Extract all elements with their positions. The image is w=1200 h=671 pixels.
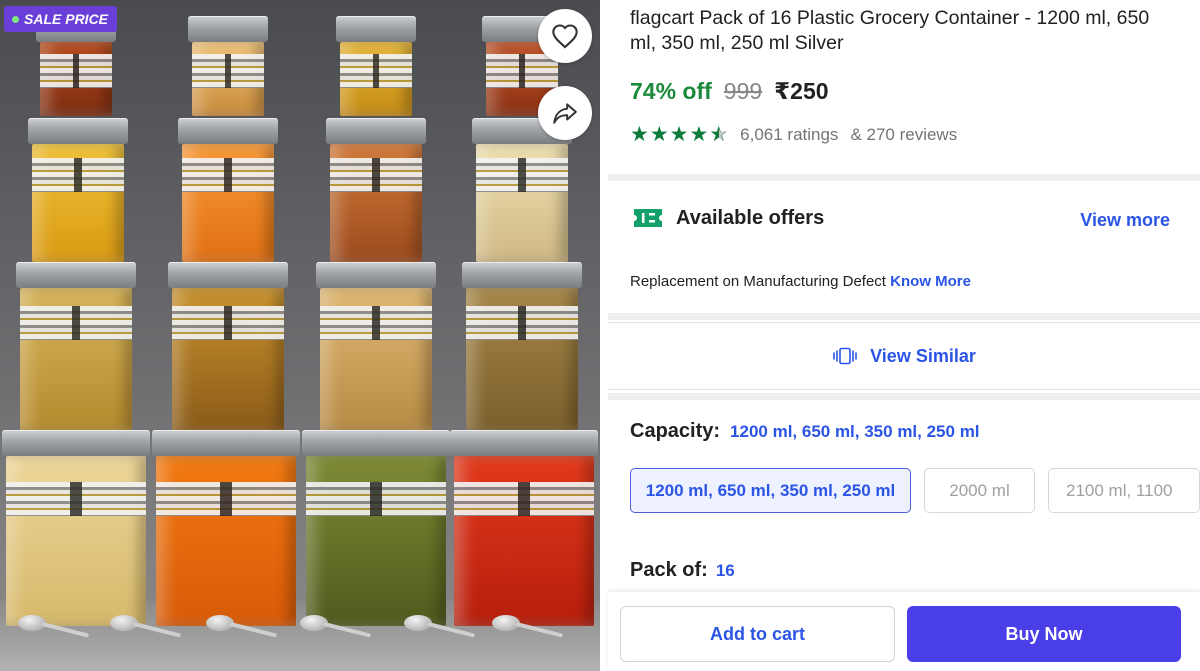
pack-of-value: 16 xyxy=(715,561,735,580)
heart-icon xyxy=(552,24,578,49)
know-more-link[interactable]: Know More xyxy=(890,273,971,290)
sale-badge-label: SALE PRICE xyxy=(24,11,109,27)
view-similar-button[interactable]: View Similar xyxy=(608,322,1200,390)
star-icon: ★ xyxy=(649,123,669,146)
jar xyxy=(472,118,572,262)
view-similar-label: View Similar xyxy=(870,345,976,366)
jar xyxy=(316,262,436,432)
share-button[interactable] xyxy=(538,86,592,140)
add-to-cart-button[interactable]: Add to cart xyxy=(620,606,895,662)
wishlist-button[interactable] xyxy=(538,9,592,63)
section-divider xyxy=(608,313,1200,320)
pack-of-label: Pack of: xyxy=(630,559,708,581)
sale-dot xyxy=(12,15,19,23)
jar xyxy=(326,118,426,262)
capacity-label: Capacity: xyxy=(630,420,721,442)
view-more-link[interactable]: View more xyxy=(1080,210,1170,231)
jar xyxy=(462,262,582,432)
jar xyxy=(28,118,128,262)
rating-row[interactable]: ★ ★ ★ ★ ★ 6,061 ratings & 270 reviews xyxy=(630,122,957,147)
jar xyxy=(178,118,278,262)
pack-of-row: Pack of: 16 xyxy=(630,559,735,582)
spoon xyxy=(18,615,90,638)
jar xyxy=(16,262,136,432)
capacity-row: Capacity: 1200 ml, 650 ml, 350 ml, 250 m… xyxy=(630,420,980,443)
star-icon: ★ xyxy=(630,123,649,146)
product-image[interactable]: SALE PRICE xyxy=(0,0,600,671)
jar xyxy=(302,430,450,626)
rating-stars: ★ ★ ★ ★ ★ xyxy=(630,122,728,147)
selling-price: ₹250 xyxy=(774,78,829,104)
capacity-option-2100-1100[interactable]: 2100 ml, 1100 xyxy=(1048,468,1200,513)
jar xyxy=(168,262,288,432)
ratings-count[interactable]: 6,061 ratings xyxy=(740,125,838,145)
replacement-text: Replacement on Manufacturing Defect xyxy=(630,273,886,290)
similar-cards-icon xyxy=(833,347,857,365)
bottom-action-bar: Add to cart Buy Now xyxy=(608,592,1200,671)
share-icon xyxy=(553,103,577,124)
discount-percent: 74% off xyxy=(630,78,712,104)
replacement-info: Replacement on Manufacturing Defect Know… xyxy=(630,273,971,290)
section-divider xyxy=(608,393,1200,400)
product-details: flagcart Pack of 16 Plastic Grocery Cont… xyxy=(608,0,1200,671)
reviews-count[interactable]: & 270 reviews xyxy=(850,125,957,145)
jar xyxy=(450,430,598,626)
star-icon: ★ xyxy=(689,123,709,146)
original-price: 999 xyxy=(723,78,763,104)
available-offers-title: Available offers xyxy=(676,206,825,229)
offer-ticket-icon xyxy=(634,209,662,227)
price-row: 74% off 999 ₹250 xyxy=(630,78,829,105)
spoon xyxy=(404,615,476,638)
section-divider xyxy=(608,174,1200,181)
sale-price-badge: SALE PRICE xyxy=(4,6,118,32)
spoon xyxy=(206,615,278,638)
spoon xyxy=(110,615,182,638)
half-star-icon: ★ xyxy=(709,122,728,147)
product-title: flagcart Pack of 16 Plastic Grocery Cont… xyxy=(630,7,1150,54)
buy-now-button[interactable]: Buy Now xyxy=(907,606,1181,662)
capacity-option-2000[interactable]: 2000 ml xyxy=(924,468,1035,513)
jar xyxy=(188,16,268,116)
available-offers-header: Available offers xyxy=(632,206,824,230)
jar xyxy=(152,430,300,626)
jar xyxy=(2,430,150,626)
capacity-option-1200-650-350-250[interactable]: 1200 ml, 650 ml, 350 ml, 250 ml xyxy=(630,468,911,513)
star-icon: ★ xyxy=(669,123,689,146)
jar xyxy=(336,16,416,116)
spoon xyxy=(492,615,564,638)
spoon xyxy=(300,615,372,638)
capacity-selected-value: 1200 ml, 650 ml, 350 ml, 250 ml xyxy=(730,422,980,441)
